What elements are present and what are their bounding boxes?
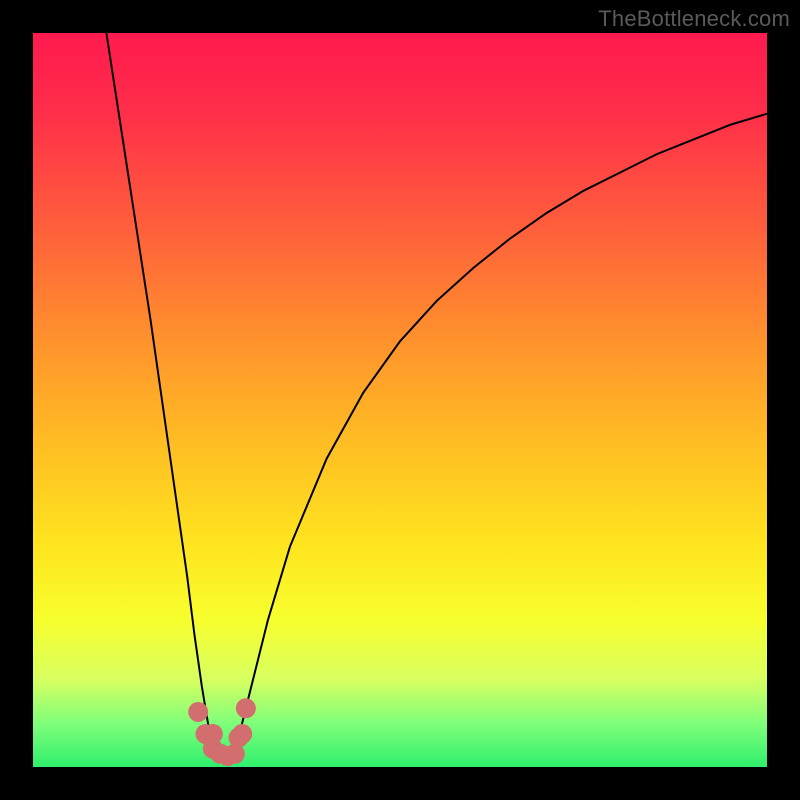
curve-marker [210, 744, 230, 764]
curve-svg [33, 33, 767, 767]
curve-marker [229, 728, 249, 748]
curve-marker [225, 744, 245, 764]
curve-marker [188, 702, 208, 722]
chart-outer-frame: TheBottleneck.com [0, 0, 800, 800]
marker-group [188, 698, 256, 766]
curve-marker [195, 724, 215, 744]
curve-marker [203, 724, 223, 744]
curve-marker [236, 698, 256, 718]
curve-marker [218, 746, 238, 766]
bottleneck-curve [106, 33, 767, 760]
watermark-text: TheBottleneck.com [598, 6, 790, 32]
plot-area [33, 33, 767, 767]
curve-marker [232, 724, 252, 744]
curve-marker [203, 739, 223, 759]
